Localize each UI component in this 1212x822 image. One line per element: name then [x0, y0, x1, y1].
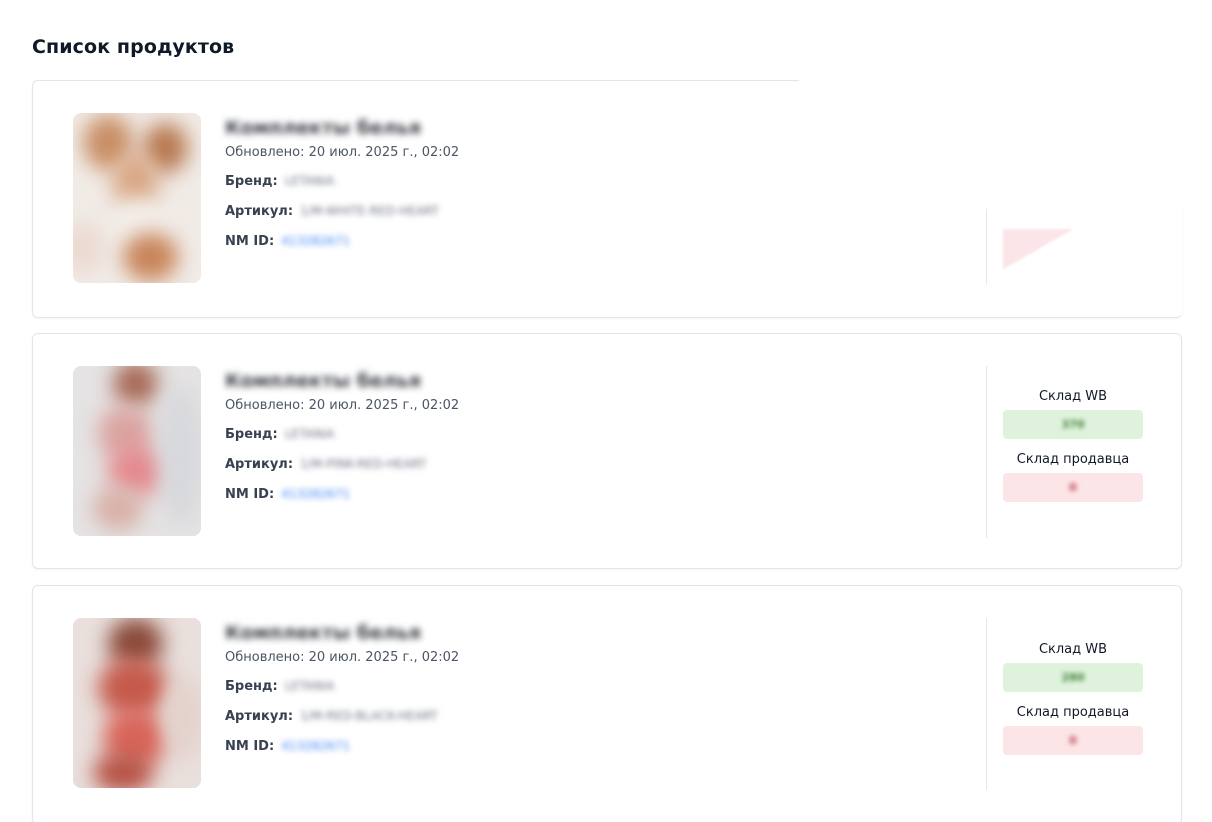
- brand-row: Бренд: LETANIA: [225, 174, 459, 190]
- stock-wb-label: Склад WB: [1038, 642, 1108, 657]
- divider: [986, 618, 987, 790]
- article-row: Артикул: 1/M-PINK-RED-HEART: [225, 457, 459, 473]
- updated-timestamp: Обновлено: 20 июл. 2025 г., 02:02: [225, 145, 460, 160]
- stock-seller-label: Склад продавца: [1016, 705, 1130, 720]
- article-row: Артикул: 1/M-WHITE-RED-HEART: [225, 204, 459, 220]
- product-info: Комплекты белья Обновлено: 20 июл. 2025 …: [225, 370, 459, 503]
- nm-id-label: NM ID:: [225, 234, 275, 249]
- product-list-page: Список продуктов Комплекты белья Обновле…: [0, 0, 1212, 822]
- stock-seller-value: 0: [1003, 726, 1143, 755]
- product-image[interactable]: [73, 618, 201, 788]
- product-card[interactable]: Комплекты белья Обновлено: 20 июл. 2025 …: [32, 585, 1182, 822]
- brand-value: LETANIA: [284, 427, 335, 441]
- brand-value: LETANIA: [284, 174, 335, 188]
- product-name[interactable]: Комплекты белья: [225, 622, 459, 644]
- nm-id-label: NM ID:: [225, 739, 275, 754]
- divider: [986, 207, 987, 285]
- article-value: 1/M-WHITE-RED-HEART: [300, 204, 439, 218]
- stock-seller-value: 0: [1003, 473, 1143, 502]
- stock-placeholder: [1003, 229, 1073, 269]
- article-label: Артикул:: [225, 457, 294, 472]
- nm-id-label: NM ID:: [225, 487, 275, 502]
- brand-row: Бренд: LETANIA: [225, 427, 459, 443]
- brand-row: Бренд: LETANIA: [225, 679, 459, 695]
- nm-id-link[interactable]: 413282671: [281, 739, 350, 753]
- brand-label: Бренд:: [225, 679, 278, 694]
- product-card[interactable]: Комплекты белья Обновлено: 20 июл. 2025 …: [32, 333, 1182, 569]
- nm-id-link[interactable]: 413282671: [281, 234, 350, 248]
- article-label: Артикул:: [225, 709, 294, 724]
- product-info: Комплекты белья Обновлено: 20 июл. 2025 …: [225, 117, 459, 250]
- brand-label: Бренд:: [225, 174, 278, 189]
- article-value: 1/M-PINK-RED-HEART: [300, 457, 427, 471]
- article-row: Артикул: 1/M-RED-BLACK-HEART: [225, 709, 459, 725]
- brand-label: Бренд:: [225, 427, 278, 442]
- product-image[interactable]: [73, 113, 201, 283]
- divider: [986, 366, 987, 538]
- nm-id-row: NM ID: 413282671: [225, 739, 459, 755]
- updated-timestamp: Обновлено: 20 июл. 2025 г., 02:02: [225, 650, 460, 665]
- page-title: Список продуктов: [32, 36, 235, 58]
- stock-wb-label: Склад WB: [1038, 389, 1108, 404]
- stock-wb-value: 370: [1003, 410, 1143, 439]
- stock-seller-label: Склад продавца: [1016, 452, 1130, 467]
- nm-id-link[interactable]: 413282671: [281, 487, 350, 501]
- nm-id-row: NM ID: 413282671: [225, 234, 459, 250]
- product-name[interactable]: Комплекты белья: [225, 117, 459, 139]
- stock-panel: Склад WB 370 Склад продавца 0: [1003, 389, 1143, 502]
- product-card[interactable]: Комплекты белья Обновлено: 20 июл. 2025 …: [32, 79, 1184, 318]
- brand-value: LETANIA: [284, 679, 335, 693]
- nm-id-row: NM ID: 413282671: [225, 487, 459, 503]
- updated-timestamp: Обновлено: 20 июл. 2025 г., 02:02: [225, 398, 460, 413]
- article-value: 1/M-RED-BLACK-HEART: [300, 709, 438, 723]
- stock-panel: Склад WB 280 Склад продавца 0: [1003, 642, 1143, 755]
- product-info: Комплекты белья Обновлено: 20 июл. 2025 …: [225, 622, 459, 755]
- product-image[interactable]: [73, 366, 201, 536]
- article-label: Артикул:: [225, 204, 294, 219]
- stock-wb-value: 280: [1003, 663, 1143, 692]
- product-name[interactable]: Комплекты белья: [225, 370, 459, 392]
